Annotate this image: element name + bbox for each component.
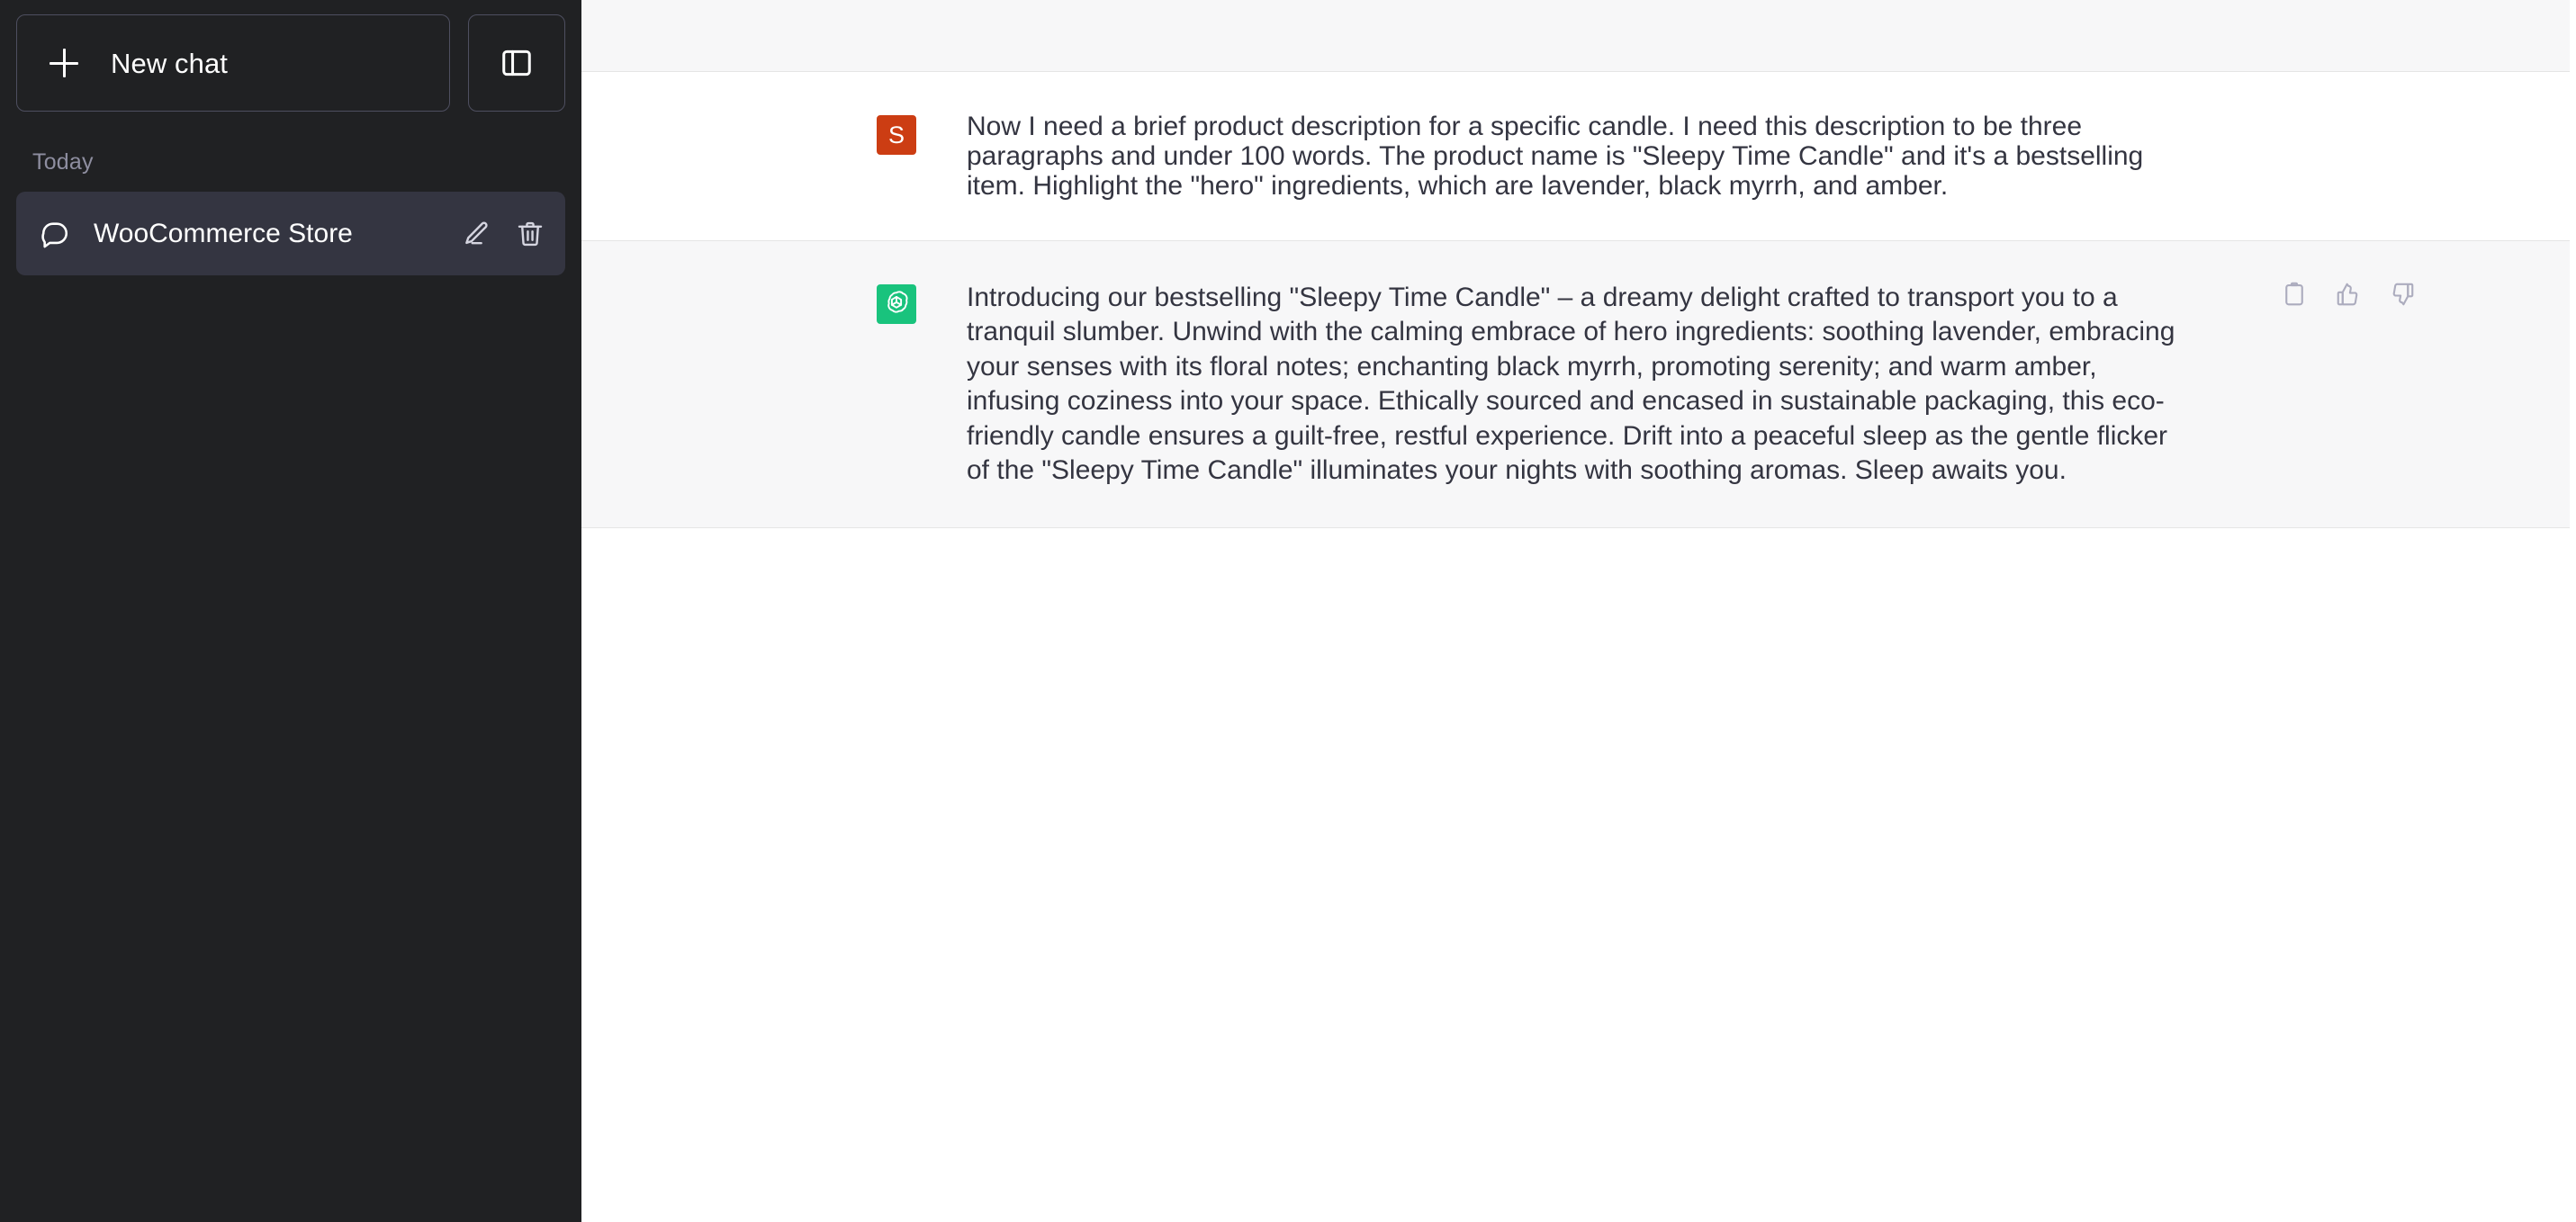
avatar-user: S <box>877 115 916 155</box>
delete-conversation-button[interactable] <box>515 219 545 249</box>
sidebar-item-actions <box>461 219 545 249</box>
thumbs-down-button[interactable] <box>2389 281 2416 308</box>
message-actions <box>2281 281 2416 308</box>
sidebar-item-woocommerce-store[interactable]: WooCommerce Store <box>16 192 565 275</box>
sidebar: New chat Today WooCommerce Store <box>0 0 581 1222</box>
thread-bottom-space <box>581 528 2576 1222</box>
thumbs-down-icon <box>2392 283 2414 306</box>
message-row-user: S Now I need a brief product description… <box>581 72 2576 241</box>
copy-message-button[interactable] <box>2281 281 2308 308</box>
message-bubble-icon <box>41 221 68 247</box>
chat-main: S Now I need a brief product description… <box>581 0 2576 1222</box>
toggle-sidebar-button[interactable] <box>468 14 565 112</box>
scroll-gutter[interactable] <box>2570 0 2576 1222</box>
pencil-icon <box>465 221 488 244</box>
sidebar-header: New chat <box>16 14 565 112</box>
plus-icon <box>50 49 78 77</box>
message-content-user: S Now I need a brief product description… <box>877 72 2281 240</box>
message-content-assistant: Introducing our bestselling "Sleepy Time… <box>877 241 2414 527</box>
sidebar-item-label: WooCommerce Store <box>94 220 353 247</box>
message-thread: S Now I need a brief product description… <box>581 72 2576 529</box>
sidebar-section-label: Today <box>32 149 94 175</box>
trash-icon <box>518 221 543 246</box>
edit-conversation-button[interactable] <box>461 219 491 249</box>
panel-left-icon <box>502 49 531 76</box>
assistant-message-text: Introducing our bestselling "Sleepy Time… <box>967 283 2175 485</box>
thumbs-up-button[interactable] <box>2335 281 2362 308</box>
clipboard-icon <box>2285 282 2303 306</box>
chatgpt-app: New chat Today WooCommerce Store S Now I… <box>0 0 2576 1222</box>
openai-logo-icon <box>887 291 908 313</box>
thumbs-up-icon <box>2337 283 2358 306</box>
previous-message-tail <box>581 0 2576 72</box>
user-message-text: Now I need a brief product description f… <box>967 112 2144 201</box>
message-row-assistant: Introducing our bestselling "Sleepy Time… <box>581 241 2576 529</box>
new-chat-button[interactable]: New chat <box>16 14 450 112</box>
avatar-assistant <box>877 284 916 324</box>
new-chat-label: New chat <box>111 47 229 79</box>
